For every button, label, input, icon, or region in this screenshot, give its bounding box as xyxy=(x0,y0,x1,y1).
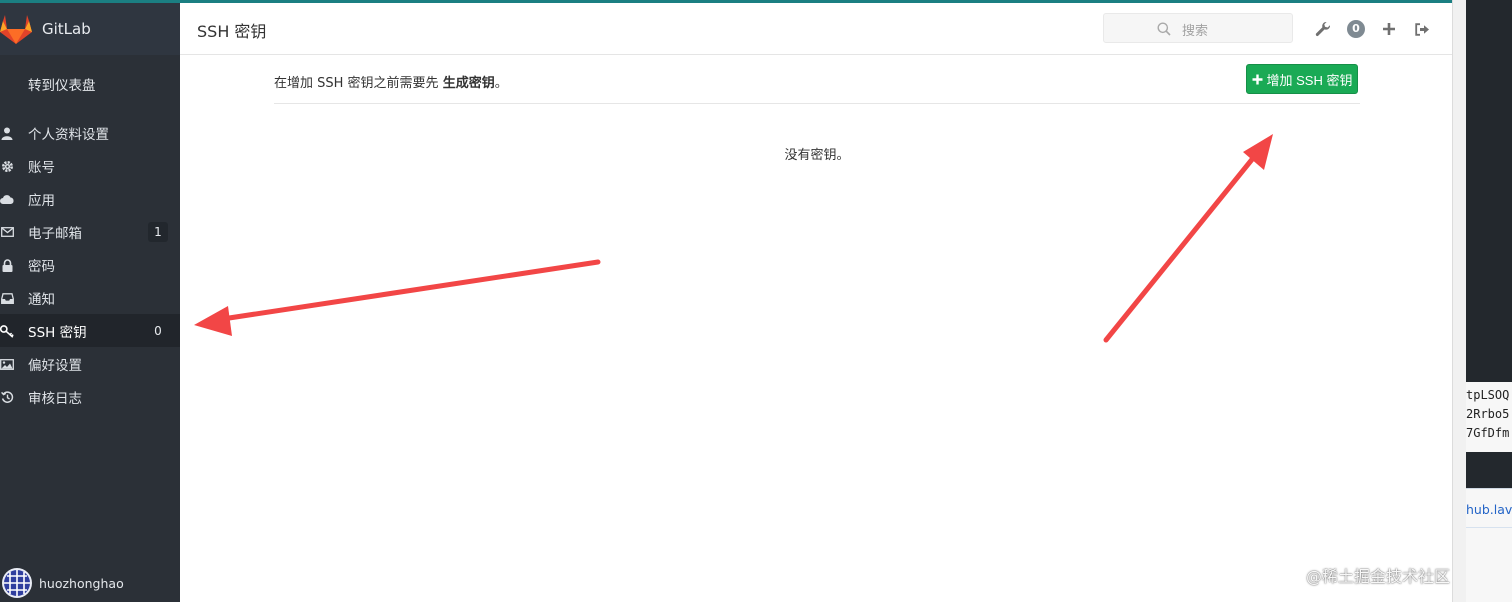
sidebar-item-label: 电子邮箱 xyxy=(28,225,82,242)
history-icon xyxy=(0,390,14,404)
sidebar-item-preferences[interactable]: 偏好设置 xyxy=(0,347,180,380)
hint-suffix: 。 xyxy=(494,76,508,91)
add-ssh-key-label: 增加 SSH 密钥 xyxy=(1266,72,1353,88)
user-icon xyxy=(0,126,14,140)
sidebar-item-applications[interactable]: 应用 xyxy=(0,182,180,215)
key-icon xyxy=(0,324,14,338)
image-icon xyxy=(0,357,14,371)
browser-panel: hub.lava xyxy=(1466,488,1512,602)
sidebar-item-label: SSH 密钥 xyxy=(28,324,87,341)
search-icon xyxy=(1157,22,1171,36)
inbox-icon xyxy=(0,291,14,305)
ssh-key-count-badge: 0 xyxy=(154,323,162,338)
window-scrollbar[interactable] xyxy=(1452,0,1466,602)
browser-link[interactable]: hub.lava xyxy=(1466,502,1512,517)
sidebar-item-label: 通知 xyxy=(28,291,55,308)
gitlab-logo-icon xyxy=(0,15,32,44)
divider xyxy=(274,103,1360,104)
username: huozhonghao xyxy=(39,576,124,591)
background-window: tpLSOQ 2Rrbo5 7GfDfm hub.lava xyxy=(1466,0,1512,602)
hint-prefix: 在增加 SSH 密钥之前需要先 xyxy=(274,76,439,91)
admin-wrench-icon[interactable] xyxy=(1314,20,1332,38)
sidebar-item-notifications[interactable]: 通知 xyxy=(0,281,180,314)
sidebar-item-ssh-keys[interactable]: SSH 密钥 0 xyxy=(0,314,180,347)
sidebar-item-label: 密码 xyxy=(28,258,55,275)
page-header: SSH 密钥 搜索 0 xyxy=(180,3,1452,55)
envelope-icon xyxy=(0,225,14,239)
plus-icon[interactable] xyxy=(1380,20,1398,38)
sidebar-item-audit-log[interactable]: 审核日志 xyxy=(0,380,180,413)
avatar xyxy=(2,568,32,598)
terminal-text: tpLSOQ 2Rrbo5 7GfDfm xyxy=(1466,382,1512,452)
todos-count-badge[interactable]: 0 xyxy=(1347,20,1365,38)
generate-key-hint: 在增加 SSH 密钥之前需要先 生成密钥。 xyxy=(274,72,508,91)
arrow-to-add-button xyxy=(1103,134,1273,343)
sidebar-nav: 个人资料设置 账号 应用 电子邮箱 1 密码 通知 SSH 密钥 0 偏好设置 … xyxy=(0,116,180,413)
sign-out-icon[interactable] xyxy=(1413,20,1431,38)
generate-key-link[interactable]: 生成密钥 xyxy=(443,76,495,91)
sidebar-item-label: 账号 xyxy=(28,159,55,176)
search-placeholder: 搜索 xyxy=(1182,24,1209,39)
sidebar-item-label: 审核日志 xyxy=(28,390,82,407)
add-ssh-key-button[interactable]: 增加 SSH 密钥 xyxy=(1246,64,1358,94)
sidebar-item-label: 个人资料设置 xyxy=(28,126,109,143)
watermark: @稀土掘金技术社区 xyxy=(1306,567,1451,586)
empty-state-message: 没有密钥。 xyxy=(784,148,850,163)
terminal-line: tpLSOQ xyxy=(1466,388,1510,402)
sidebar-item-label: 应用 xyxy=(28,192,55,209)
sidebar-user[interactable]: huozhonghao xyxy=(0,565,180,601)
terminal-line: 2Rrbo5 xyxy=(1466,407,1510,421)
page-title: SSH 密钥 xyxy=(197,22,267,41)
divider xyxy=(1466,527,1512,528)
terminal-line: 7GfDfm xyxy=(1466,426,1510,440)
sidebar-item-label: 偏好设置 xyxy=(28,357,82,374)
sidebar-item-password[interactable]: 密码 xyxy=(0,248,180,281)
brand-header[interactable]: GitLab xyxy=(0,3,180,55)
sidebar-item-profile[interactable]: 个人资料设置 xyxy=(0,116,180,149)
brand-name: GitLab xyxy=(42,20,91,38)
cloud-icon xyxy=(0,192,14,206)
sidebar-item-emails[interactable]: 电子邮箱 1 xyxy=(0,215,180,248)
gear-icon xyxy=(0,159,14,173)
search-input[interactable]: 搜索 xyxy=(1103,13,1293,43)
lock-icon xyxy=(0,258,14,272)
sidebar-item-account[interactable]: 账号 xyxy=(0,149,180,182)
go-to-dashboard-link[interactable]: 转到仪表盘 xyxy=(28,74,96,94)
email-count-badge: 1 xyxy=(148,221,168,242)
sidebar: GitLab 转到仪表盘 个人资料设置 账号 应用 电子邮箱 1 密码 通知 S… xyxy=(0,3,180,602)
plus-icon xyxy=(1252,74,1263,84)
arrow-to-sidebar-ssh-keys xyxy=(194,259,601,336)
